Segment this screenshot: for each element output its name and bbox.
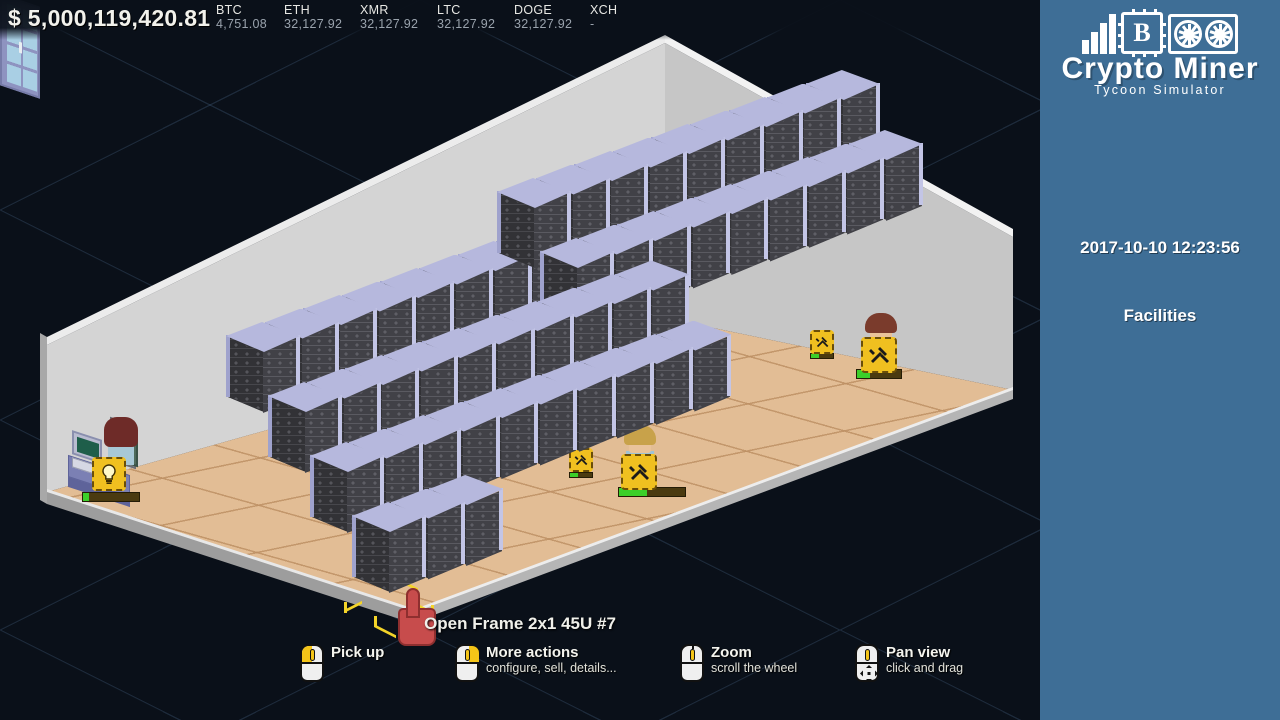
rack-repair-indicator-icon-2 (810, 330, 834, 354)
mouse-wheel-icon (865, 649, 870, 661)
crypto-symbol: DOGE (514, 3, 553, 17)
gpu-fan-left-icon (1173, 20, 1202, 48)
rack-post-left (268, 395, 272, 457)
crypto-symbol: XMR (360, 3, 389, 17)
rack-post-left (352, 515, 356, 577)
crypto-price-xmr: XMR 32,127.92 (360, 3, 418, 31)
game-clock: 2017-10-10 12:23:56 (1080, 238, 1240, 257)
idea-bulb-icon (92, 457, 126, 491)
rack-post-right (573, 387, 577, 450)
crypto-price-doge: DOGE 32,127.92 (514, 3, 572, 31)
hint-subtitle: configure, sell, details... (486, 661, 617, 675)
repair-task-icon-2 (861, 337, 897, 373)
rack-post-right (499, 488, 504, 550)
isometric-room (0, 0, 1040, 720)
hint-zoom: Zoom scroll the wheel (680, 644, 797, 682)
rack-post-left (497, 191, 501, 253)
crypto-symbol: ETH (284, 3, 310, 17)
pan-arrows-icon (860, 665, 878, 682)
crypto-price-ltc: LTC 32,127.92 (437, 3, 495, 31)
ticker-bar: $ 5,000,119,420.81 BTC 4,751.08 ETH 32,127.… (0, 0, 1040, 40)
rack-post-right (725, 210, 730, 273)
rack-post-right (422, 515, 426, 577)
rack-post-right (918, 143, 923, 205)
crypto-value: 32,127.92 (514, 17, 573, 31)
hint-text: Zoom scroll the wheel (711, 644, 797, 676)
crypto-value: - (590, 17, 595, 31)
crypto-value: 4,751.08 (216, 17, 268, 31)
mouse-wheel-icon (465, 649, 470, 661)
hint-title: Pan view (886, 644, 951, 661)
hint-text: More actions configure, sell, details... (486, 644, 617, 676)
mouse-right-button-icon (469, 646, 479, 662)
logo-icon-row: B (1040, 8, 1280, 57)
game-logo: B Crypto Miner Tycoon Simulator (1040, 8, 1280, 97)
rack-post-right (764, 197, 769, 259)
crypto-value: 32,127.92 (284, 17, 343, 31)
gpu-icon (1168, 14, 1238, 54)
rack-post-right (688, 347, 693, 409)
cash-balance: $ 5,000,119,420.81 (8, 5, 211, 31)
rack-post-right (495, 414, 500, 477)
hint-text: Pan view click and drag (886, 644, 963, 676)
hint-text: Pick up (331, 644, 384, 661)
rack-post-right (650, 360, 655, 423)
mouse-wheel-icon (310, 649, 315, 661)
task-progress-bar (82, 492, 140, 502)
hint-pick-up: Pick up (300, 644, 384, 682)
crypto-value: 32,127.92 (360, 17, 419, 31)
hint-subtitle: click and drag (886, 661, 964, 675)
rack-post-right (460, 501, 465, 564)
mouse-wheel-icon (690, 649, 695, 661)
rack-post-right (727, 333, 732, 396)
control-hints-bar: Pick up More actions configure, sell, deta… (0, 644, 1040, 708)
logo-title: Crypto Miner (1061, 52, 1259, 85)
crypto-price-xch: XCH - (590, 3, 617, 31)
game-viewport[interactable]: $ 5,000,119,420.81 BTC 4,751.08 ETH 32,127.… (0, 0, 1040, 720)
hint-title: Pick up (331, 644, 385, 661)
mouse-icon (300, 644, 324, 682)
crypto-value: 32,127.92 (437, 17, 496, 31)
hint-title: More actions (486, 644, 579, 661)
facilities-heading: Facilities (1123, 306, 1197, 325)
crypto-price-eth: ETH 32,127.92 (284, 3, 342, 31)
crypto-symbol: LTC (437, 3, 461, 17)
mouse-icon (855, 644, 879, 682)
crypto-price-btc: BTC 4,751.08 (216, 3, 267, 31)
sidebar: B Crypto Miner Tycoon Simulator B (1040, 0, 1280, 720)
mouse-icon (680, 644, 704, 682)
server-rack[interactable] (352, 502, 430, 618)
rack-post-left (226, 335, 230, 397)
rack-post-right (841, 170, 846, 232)
rack-post-right (611, 374, 616, 436)
selected-object-label: Open Frame 2x1 45U #7 (424, 614, 616, 633)
hint-title: Zoom (711, 644, 752, 661)
hint-more-actions: More actions configure, sell, details... (455, 644, 617, 682)
crypto-symbol: BTC (216, 3, 242, 17)
bitcoin-chip-icon: B (1118, 9, 1166, 57)
rack-post-right (534, 401, 539, 463)
hint-pan-view: Pan view click and drag (855, 644, 963, 682)
rack-post-right (803, 183, 807, 246)
rack-post-right (880, 156, 885, 219)
gpu-fan-right-icon (1204, 20, 1233, 48)
rack-post-left (310, 455, 314, 517)
mouse-icon (455, 644, 479, 682)
bar-chart-icon (1082, 12, 1116, 54)
hint-subtitle: scroll the wheel (711, 661, 798, 675)
crypto-symbol: XCH (590, 3, 618, 17)
